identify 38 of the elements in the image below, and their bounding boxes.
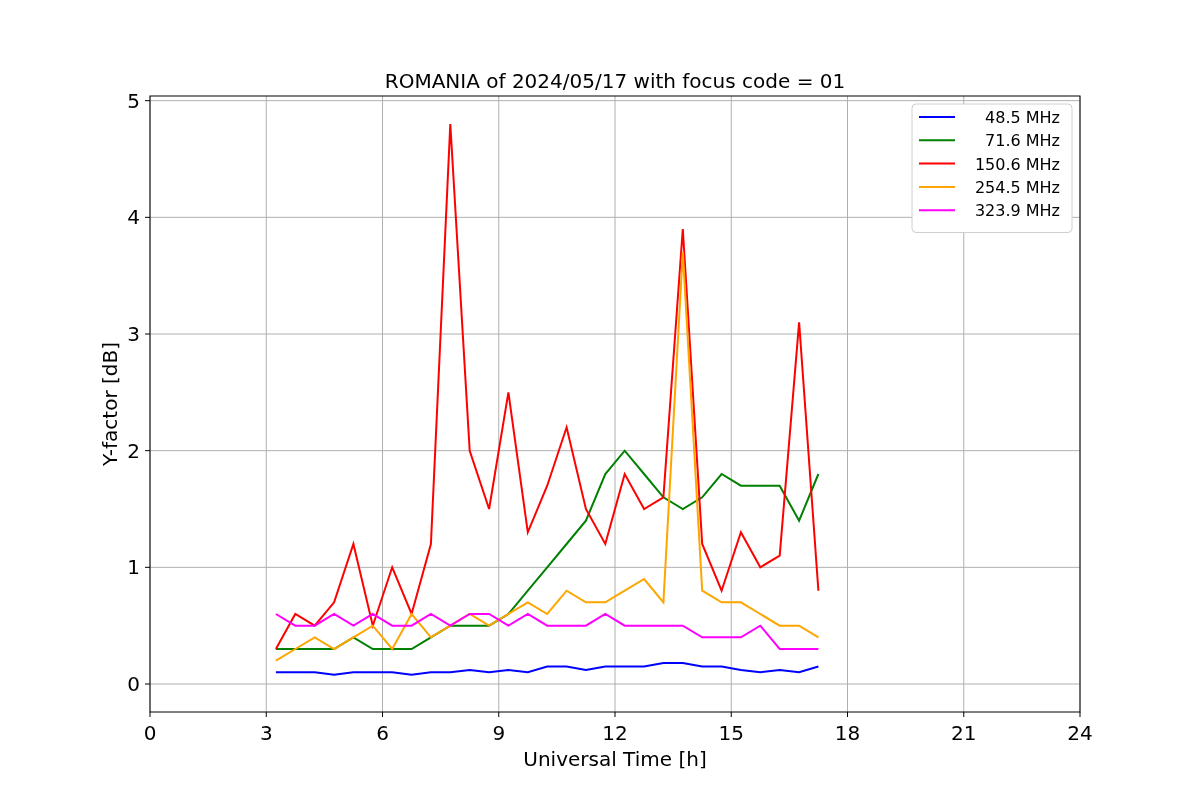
tick-mark <box>265 711 267 718</box>
tick-mark <box>144 100 151 102</box>
x-tick-label: 24 <box>1067 721 1093 745</box>
tick-mark <box>144 333 151 335</box>
x-tick-label: 15 <box>718 721 744 745</box>
y-tick-label: 5 <box>127 88 140 113</box>
y-tick-label: 3 <box>127 322 140 346</box>
x-tick-label: 9 <box>492 721 506 745</box>
tick-mark <box>144 683 151 685</box>
x-tick-label: 6 <box>376 721 389 745</box>
y-tick-label: 4 <box>127 205 140 230</box>
y-tick-label: 2 <box>127 438 140 463</box>
x-tick-label: 21 <box>951 721 977 745</box>
tick-mark <box>382 711 383 718</box>
x-axis-label: Universal Time [h] <box>523 747 707 771</box>
legend-label: 71.6 MHz <box>985 131 1060 151</box>
legend-label: 150.6 MHz <box>974 154 1060 174</box>
y-axis-label: Y-factor [dB] <box>98 342 122 466</box>
chart-title: ROMANIA of 2024/05/17 with focus code = 01 <box>384 69 846 93</box>
legend-label: 48.5 MHz <box>985 108 1060 127</box>
tick-mark <box>144 450 151 452</box>
x-tick-label: 3 <box>259 721 273 745</box>
tick-mark <box>847 711 848 718</box>
tick-mark <box>963 711 965 718</box>
tick-mark <box>498 711 500 718</box>
tick-mark <box>1079 711 1081 718</box>
x-tick-label: 0 <box>143 721 157 745</box>
tick-mark <box>730 711 732 718</box>
tick-mark <box>144 566 151 568</box>
y-tick-label: 0 <box>127 672 140 696</box>
x-tick-label: 18 <box>834 721 861 745</box>
tick-mark <box>149 711 151 718</box>
legend-label: 254.5 MHz <box>974 177 1060 197</box>
x-tick-label: 12 <box>602 721 628 745</box>
legend-label: 323.9 MHz <box>974 201 1060 221</box>
tick-mark <box>144 216 151 218</box>
y-tick-label: 1 <box>127 555 140 580</box>
tick-mark <box>614 711 616 718</box>
